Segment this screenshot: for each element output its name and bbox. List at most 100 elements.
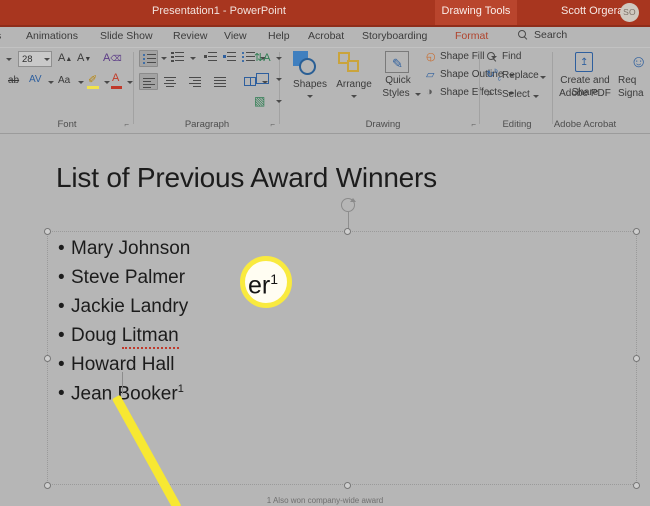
quick-styles-icon[interactable]: ✎ — [385, 51, 409, 73]
align-right-icon — [189, 77, 202, 88]
ribbon: 28 A▲ A▼ A⌫ ab AV Aa ✐ A Font ⌐ Paragrap… — [0, 47, 650, 134]
arrange-caret[interactable] — [351, 95, 357, 98]
decrease-indent-icon — [204, 52, 217, 63]
increase-indent-icon — [223, 52, 236, 63]
align-text-caret[interactable] — [276, 78, 282, 81]
create-share-pdf-icon[interactable]: ↥ — [575, 52, 593, 72]
tab-review[interactable]: Review — [173, 30, 207, 42]
ribbon-group-font: 28 A▲ A▼ A⌫ ab AV Aa ✐ A Font ⌐ — [0, 47, 134, 133]
list-item[interactable]: • Howard Hall — [58, 354, 190, 383]
request-signatures-icon[interactable]: ☺ — [630, 52, 647, 72]
user-account-name[interactable]: Scott Orgera — [561, 5, 623, 17]
drawing-dialog-launcher[interactable]: ⌐ — [471, 120, 476, 129]
group-label-drawing: Drawing — [365, 119, 401, 130]
change-case-icon[interactable]: Aa — [58, 75, 70, 86]
list-item[interactable]: • Jackie Landry — [58, 296, 190, 325]
change-case-caret[interactable] — [78, 81, 84, 84]
magnifier-text: er — [248, 271, 271, 300]
find-icon — [487, 52, 498, 63]
convert-to-smartart-icon[interactable]: ▧ — [254, 94, 265, 108]
bullets-icon — [143, 54, 156, 65]
select-caret[interactable] — [533, 95, 539, 98]
text-highlight-caret[interactable] — [104, 81, 110, 84]
shape-outline-icon[interactable]: ▱ — [426, 68, 434, 81]
tab-help[interactable]: Help — [268, 30, 290, 42]
tab-acrobat[interactable]: Acrobat — [308, 30, 344, 42]
list-item[interactable]: • Doug Litman — [58, 325, 190, 354]
text-cursor — [122, 372, 123, 394]
text-direction-caret[interactable] — [276, 57, 282, 60]
arrange-icon[interactable] — [338, 52, 366, 76]
text-direction-icon[interactable]: ⇅A — [254, 51, 271, 64]
bullet-marker: • — [58, 296, 65, 317]
create-share-pdf-label-line2[interactable]: Adobe PDF — [554, 88, 616, 100]
find-button[interactable]: Find — [502, 51, 521, 62]
tab-storyboarding[interactable]: Storyboarding — [362, 30, 427, 42]
footnote-marker: 1 — [177, 383, 184, 395]
replace-caret[interactable] — [540, 76, 546, 79]
tab-view[interactable]: View — [224, 30, 247, 42]
text-highlight-color-icon[interactable]: ✐ — [88, 73, 97, 86]
shapes-caret[interactable] — [307, 95, 313, 98]
align-text-icon[interactable] — [256, 73, 269, 84]
list-item[interactable]: • Steve Palmer — [58, 267, 190, 296]
quick-styles-label-line2: Styles — [382, 88, 410, 99]
numbering-caret[interactable] — [190, 57, 196, 60]
shape-effects-icon[interactable]: ◑ — [426, 86, 433, 98]
group-label-adobe-acrobat: Adobe Acrobat — [553, 119, 617, 130]
font-dialog-launcher[interactable]: ⌐ — [124, 120, 129, 129]
list-item[interactable]: • Mary Johnson — [58, 238, 190, 267]
resize-handle-bottom-left[interactable] — [44, 482, 51, 489]
request-signatures-label-line1[interactable]: Req — [618, 75, 650, 87]
avatar[interactable]: SO — [620, 3, 639, 22]
group-separator — [479, 52, 480, 124]
increase-font-size-icon[interactable]: A▲ — [58, 52, 72, 64]
resize-handle-top-left[interactable] — [44, 228, 51, 235]
arrange-label: Arrange — [336, 79, 372, 90]
tab-format[interactable]: Format — [455, 30, 488, 42]
resize-handle-middle-right[interactable] — [633, 355, 640, 362]
resize-handle-top-right[interactable] — [633, 228, 640, 235]
tab-slide-show[interactable]: Slide Show — [100, 30, 153, 42]
bullet-list[interactable]: • Mary Johnson • Steve Palmer • Jackie Land… — [58, 238, 190, 412]
ribbon-group-drawing: Shapes Arrange ✎ Quick Styles ◵ Shape Fi… — [286, 47, 515, 133]
bullet-marker: • — [58, 238, 65, 259]
shape-fill-label[interactable]: Shape Fill — [440, 51, 484, 62]
shapes-gallery-icon[interactable] — [293, 51, 323, 77]
convert-smartart-caret[interactable] — [276, 100, 282, 103]
bullets-caret[interactable] — [161, 57, 167, 60]
resize-handle-top-center[interactable] — [344, 228, 351, 235]
slide-canvas[interactable]: List of Previous Award Winners • Mary Joh… — [0, 134, 650, 506]
text-highlight-color-swatch — [87, 86, 99, 89]
character-spacing-icon[interactable]: AV — [29, 74, 42, 85]
magnifier-superscript: 1 — [270, 271, 279, 287]
contextual-tab-drawing-tools[interactable]: Drawing Tools — [435, 0, 517, 25]
ribbon-tab-strip: s Animations Slide Show Review View Help… — [0, 27, 650, 47]
align-left-button[interactable] — [139, 73, 158, 90]
shape-fill-icon[interactable]: ◵ — [426, 50, 436, 63]
tab-animations[interactable]: Animations — [26, 30, 78, 42]
bullets-button[interactable] — [139, 50, 158, 67]
request-signatures-label-line2[interactable]: Signa — [618, 88, 650, 100]
resize-handle-bottom-right[interactable] — [633, 482, 640, 489]
tab-transitions-clipped[interactable]: s — [0, 30, 1, 42]
strikethrough-icon[interactable]: ab — [8, 75, 19, 86]
font-name-dropdown-caret[interactable] — [6, 58, 12, 61]
select-button[interactable]: Select — [502, 89, 530, 100]
clear-formatting-icon[interactable]: A⌫ — [103, 52, 122, 64]
font-size-input[interactable]: 28 — [18, 51, 52, 67]
font-size-dropdown-caret[interactable] — [44, 58, 50, 61]
quick-styles-caret[interactable] — [415, 93, 421, 96]
search-label: Search — [534, 29, 568, 41]
resize-handle-bottom-center[interactable] — [344, 482, 351, 489]
slide-title[interactable]: List of Previous Award Winners — [56, 162, 437, 194]
character-spacing-caret[interactable] — [48, 81, 54, 84]
slide-footnote: 1 Also won company-wide award — [266, 496, 384, 505]
font-color-icon[interactable]: A — [112, 72, 119, 84]
resize-handle-middle-left[interactable] — [44, 355, 51, 362]
search-box[interactable]: Search — [518, 29, 567, 41]
misspelled-word: Litman — [121, 325, 179, 349]
decrease-font-size-icon[interactable]: A▼ — [77, 52, 91, 64]
ribbon-group-adobe-acrobat: ↥ Create and Share Adobe PDF ☺ Req Signa… — [554, 47, 650, 133]
replace-button[interactable]: Replace — [502, 70, 539, 81]
